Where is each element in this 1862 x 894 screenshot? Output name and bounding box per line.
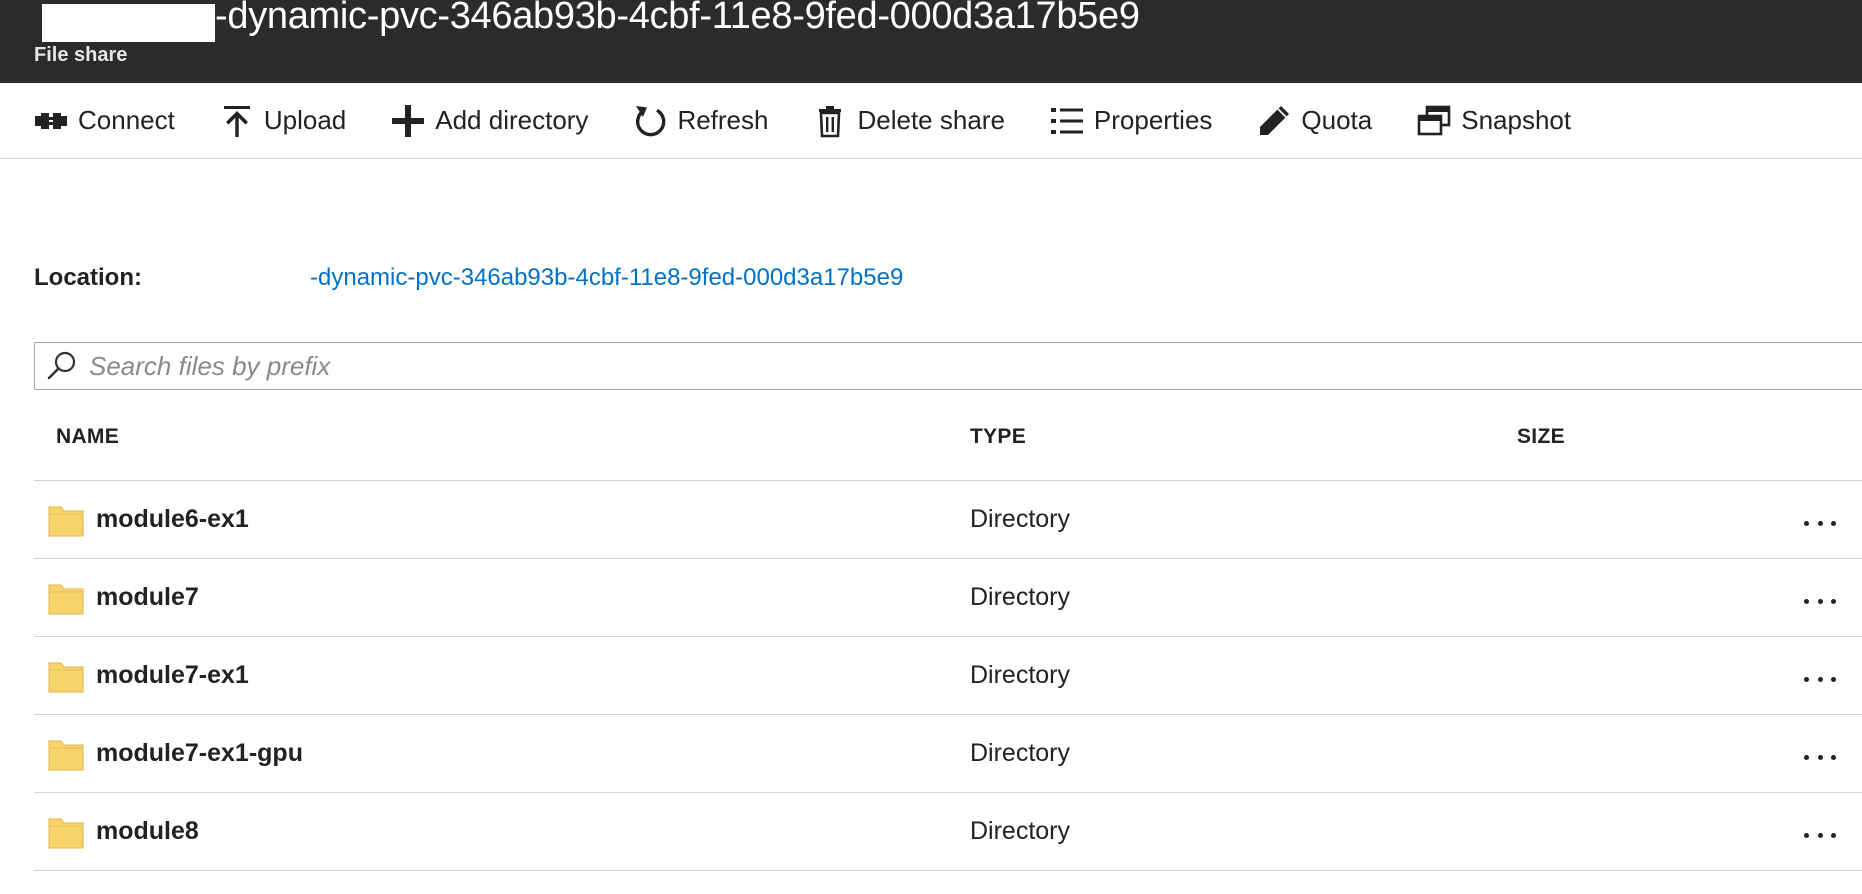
table-row[interactable]: module7-ex1-gpu Directory	[34, 715, 1862, 793]
more-icon[interactable]	[1800, 821, 1840, 849]
file-name[interactable]: module7	[96, 583, 199, 612]
location-path-link[interactable]: -dynamic-pvc-346ab93b-4cbf-11e8-9fed-000…	[310, 264, 903, 292]
more-icon[interactable]	[1800, 509, 1840, 537]
location-row: Location: -dynamic-pvc-346ab93b-4cbf-11e…	[34, 262, 1834, 298]
more-icon[interactable]	[1800, 743, 1840, 771]
plus-icon	[392, 104, 425, 137]
table-header: NAME TYPE SIZE	[34, 392, 1862, 481]
location-label: Location:	[34, 264, 142, 291]
upload-icon	[223, 105, 250, 137]
file-share-page: -dynamic-pvc-346ab93b-4cbf-11e8-9fed-000…	[0, 0, 1862, 894]
table-row[interactable]: module8 Directory	[34, 793, 1862, 871]
quota-button[interactable]: Quota	[1256, 96, 1372, 146]
delete-share-button-label: Delete share	[857, 105, 1005, 135]
list-icon	[1050, 107, 1083, 134]
redacted-title-prefix	[42, 4, 215, 42]
column-header-name[interactable]: NAME	[56, 425, 119, 449]
file-name[interactable]: module6-ex1	[96, 505, 249, 534]
column-header-size[interactable]: SIZE	[1517, 425, 1565, 449]
folder-icon	[48, 818, 84, 849]
file-type: Directory	[970, 739, 1071, 767]
folder-icon	[48, 740, 84, 771]
column-header-type[interactable]: TYPE	[970, 425, 1026, 449]
pencil-icon	[1260, 105, 1290, 135]
page-subtitle: File share	[34, 44, 128, 66]
file-table: NAME TYPE SIZE module6-ex1 Directory mod…	[34, 392, 1862, 871]
file-name[interactable]: module7-ex1	[96, 661, 249, 690]
more-icon[interactable]	[1800, 665, 1840, 693]
folder-icon	[48, 584, 84, 615]
command-toolbar: Connect Upload Add directory Refresh Del…	[0, 83, 1862, 159]
file-name[interactable]: module7-ex1-gpu	[96, 739, 303, 768]
more-icon[interactable]	[1800, 587, 1840, 615]
snapshot-button[interactable]: Snapshot	[1416, 96, 1571, 146]
connect-icon	[35, 112, 67, 129]
file-type: Directory	[970, 505, 1071, 533]
properties-button-label: Properties	[1093, 105, 1213, 135]
table-row[interactable]: module6-ex1 Directory	[34, 481, 1862, 559]
upload-button[interactable]: Upload	[219, 96, 346, 146]
add-directory-button[interactable]: Add directory	[390, 96, 588, 146]
properties-button[interactable]: Properties	[1049, 96, 1213, 146]
upload-button-label: Upload	[263, 105, 347, 135]
table-row[interactable]: module7-ex1 Directory	[34, 637, 1862, 715]
refresh-button-label: Refresh	[677, 105, 769, 135]
table-row[interactable]: module7 Directory	[34, 559, 1862, 637]
connect-button-label: Connect	[78, 105, 175, 135]
connect-button[interactable]: Connect	[33, 96, 175, 146]
file-type: Directory	[970, 583, 1071, 611]
redacted-location-prefix	[230, 262, 310, 296]
folder-icon	[48, 662, 84, 693]
quota-button-label: Quota	[1301, 105, 1373, 135]
search-icon	[47, 351, 76, 380]
add-directory-button-label: Add directory	[435, 105, 589, 135]
trash-icon	[819, 105, 842, 137]
page-header: -dynamic-pvc-346ab93b-4cbf-11e8-9fed-000…	[0, 0, 1862, 83]
folder-icon	[48, 506, 84, 537]
search-input[interactable]	[89, 346, 1789, 386]
snapshot-icon	[1417, 105, 1451, 135]
refresh-icon	[636, 105, 666, 136]
refresh-button[interactable]: Refresh	[632, 96, 768, 146]
file-name[interactable]: module8	[96, 817, 199, 846]
snapshot-button-label: Snapshot	[1461, 105, 1572, 135]
page-title: -dynamic-pvc-346ab93b-4cbf-11e8-9fed-000…	[215, 0, 1140, 37]
file-type: Directory	[970, 817, 1071, 845]
search-box	[34, 342, 1862, 390]
delete-share-button[interactable]: Delete share	[812, 96, 1005, 146]
file-type: Directory	[970, 661, 1071, 689]
